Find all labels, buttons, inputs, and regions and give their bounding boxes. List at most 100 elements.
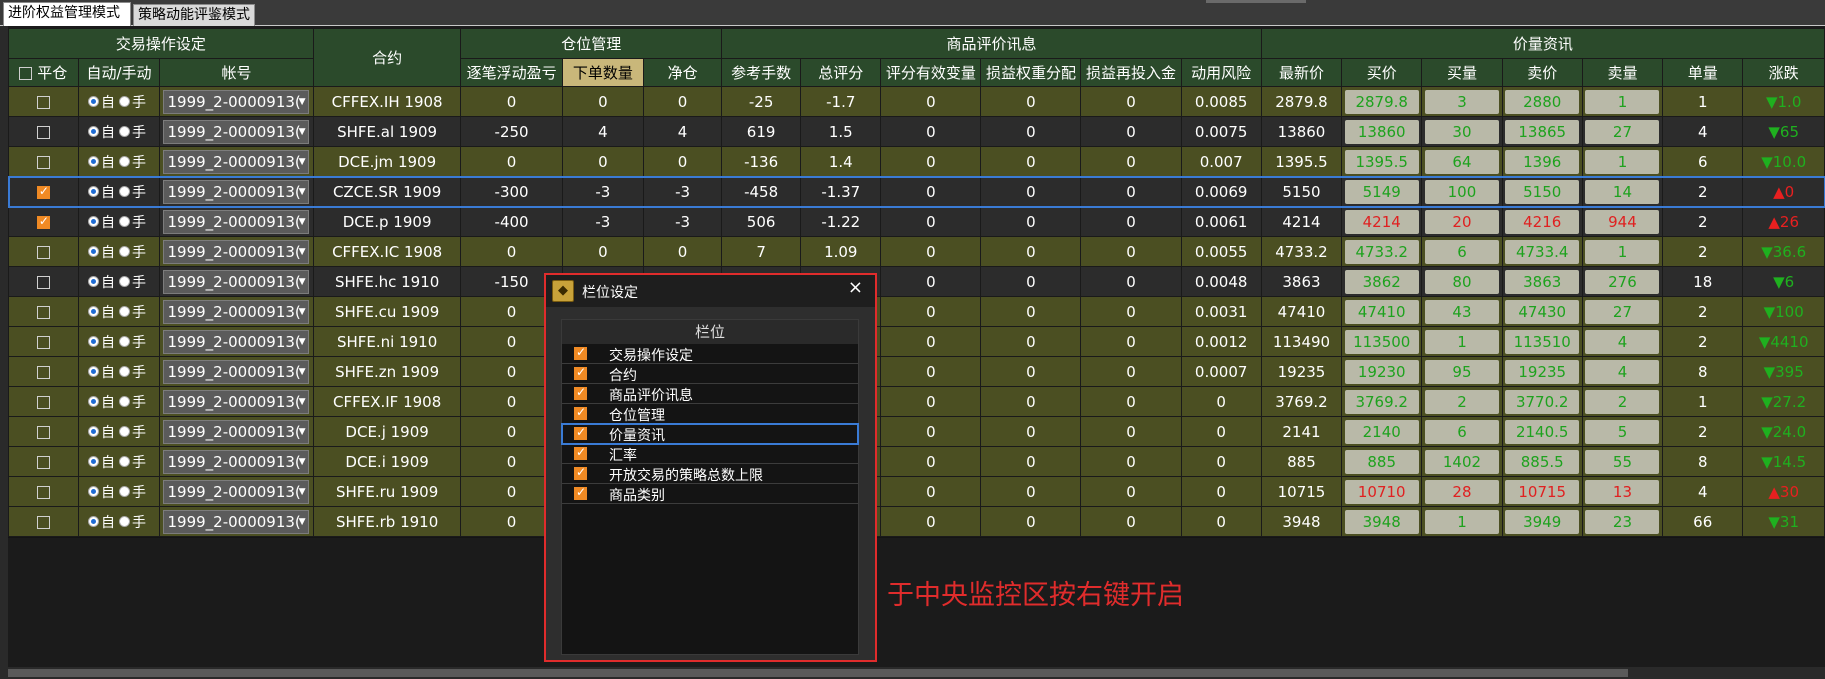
table-row[interactable]: 自手 1999_2-0000913(▼ SHFE.cu 1909 0 0 0 0 0.0031…	[8, 296, 1825, 327]
manual-radio[interactable]	[118, 396, 130, 407]
manual-radio[interactable]	[118, 276, 130, 287]
auto-radio[interactable]	[87, 156, 99, 167]
ask-qty-button[interactable]: 13	[1585, 479, 1660, 504]
table-row[interactable]: 自手 1999_2-0000913(▼ SHFE.al 1909 -250 4 4 619 1…	[8, 116, 1825, 147]
bid-button[interactable]: 19230	[1344, 359, 1419, 384]
dialog-titlebar[interactable]: ◆ 栏位设定 ×	[546, 275, 875, 307]
close-cell[interactable]	[8, 446, 79, 477]
manual-radio[interactable]	[118, 246, 130, 257]
manual-radio[interactable]	[118, 366, 130, 377]
close-checkbox[interactable]	[36, 455, 50, 469]
table-row[interactable]: 自手 1999_2-0000913(▼ CFFEX.IH 1908 0 0 0 -25 -1.…	[8, 86, 1825, 117]
column-option[interactable]: 汇率	[562, 444, 858, 464]
ask-qty-button[interactable]: 4	[1585, 329, 1660, 354]
close-checkbox[interactable]	[36, 275, 50, 289]
column-option[interactable]: 价量资讯	[561, 423, 859, 445]
column-option-checkbox[interactable]	[574, 365, 587, 380]
table-row[interactable]: 自手 1999_2-0000913(▼ CFFEX.IF 1908 0 0 0 0 0 3769…	[8, 386, 1825, 417]
ask-button[interactable]: 1396	[1505, 149, 1580, 174]
close-cell[interactable]	[8, 386, 79, 417]
bid-qty-button[interactable]: 30	[1424, 119, 1499, 144]
order-qty-cell[interactable]: 0	[561, 236, 645, 267]
auto-radio[interactable]	[87, 96, 99, 107]
col-last[interactable]: 最新价	[1260, 58, 1343, 87]
bid-qty-button[interactable]: 64	[1424, 149, 1499, 174]
bid-button[interactable]: 10710	[1344, 479, 1419, 504]
close-cell[interactable]	[8, 86, 79, 117]
manual-radio[interactable]	[118, 186, 130, 197]
col-ref-lots[interactable]: 参考手数	[721, 58, 802, 87]
table-row[interactable]: 自手1999_2-0000913(▼CZCE.SR 1909-300-3-3-4…	[7, 175, 1825, 208]
manual-radio[interactable]	[118, 156, 130, 167]
order-qty-cell[interactable]: -3	[561, 176, 645, 207]
bid-qty-button[interactable]: 43	[1424, 299, 1499, 324]
column-option-checkbox[interactable]	[574, 465, 587, 480]
ask-button[interactable]: 3949	[1505, 509, 1580, 534]
column-option[interactable]: 商品评价讯息	[562, 384, 858, 404]
account-select[interactable]: 1999_2-0000913(▼	[163, 359, 310, 384]
bid-qty-button[interactable]: 1402	[1424, 449, 1499, 474]
ask-qty-button[interactable]: 5	[1585, 419, 1660, 444]
close-cell[interactable]	[8, 506, 79, 537]
ask-button[interactable]: 5150	[1505, 179, 1580, 204]
manual-radio[interactable]	[118, 426, 130, 437]
table-row[interactable]: 自手 1999_2-0000913(▼ DCE.i 1909 0 0 0 0 0 885 885 1…	[8, 446, 1825, 477]
ask-button[interactable]: 47430	[1505, 299, 1580, 324]
order-qty-cell[interactable]: 0	[561, 86, 645, 117]
col-pl-reinvest[interactable]: 损益再投入金	[1080, 58, 1182, 87]
close-cell[interactable]	[8, 146, 79, 177]
auto-radio[interactable]	[87, 396, 99, 407]
auto-radio[interactable]	[87, 126, 99, 137]
account-select[interactable]: 1999_2-0000913(▼	[163, 239, 310, 264]
auto-radio[interactable]	[87, 336, 99, 347]
close-cell[interactable]	[8, 266, 79, 297]
account-select[interactable]: 1999_2-0000913(▼	[163, 209, 310, 234]
bid-qty-button[interactable]: 1	[1424, 329, 1499, 354]
auto-radio[interactable]	[87, 456, 99, 467]
bid-button[interactable]: 5149	[1344, 179, 1419, 204]
column-option-checkbox[interactable]	[574, 485, 587, 500]
bid-button[interactable]: 2879.8	[1344, 89, 1419, 114]
bid-button[interactable]: 3948	[1344, 509, 1419, 534]
auto-radio[interactable]	[87, 486, 99, 497]
order-qty-cell[interactable]: 4	[561, 116, 645, 147]
ask-qty-button[interactable]: 14	[1585, 179, 1660, 204]
manual-radio[interactable]	[118, 336, 130, 347]
account-select[interactable]: 1999_2-0000913(▼	[163, 389, 310, 414]
order-qty-cell[interactable]: -3	[561, 206, 645, 237]
auto-radio[interactable]	[87, 366, 99, 377]
close-checkbox[interactable]	[36, 245, 50, 259]
col-change[interactable]: 涨跌	[1742, 58, 1825, 87]
close-checkbox[interactable]	[36, 425, 50, 439]
col-effective-var[interactable]: 评分有效变量	[880, 58, 982, 87]
ask-button[interactable]: 19235	[1505, 359, 1580, 384]
account-select[interactable]: 1999_2-0000913(▼	[163, 479, 310, 504]
bid-button[interactable]: 47410	[1344, 299, 1419, 324]
column-option[interactable]: 商品类别	[562, 484, 858, 504]
bid-button[interactable]: 3769.2	[1344, 389, 1419, 414]
ask-button[interactable]: 4733.4	[1505, 239, 1580, 264]
bid-button[interactable]: 4733.2	[1344, 239, 1419, 264]
bid-qty-button[interactable]: 20	[1424, 209, 1499, 234]
col-ask[interactable]: 卖价	[1501, 58, 1583, 87]
bid-qty-button[interactable]: 28	[1424, 479, 1499, 504]
close-cell[interactable]	[8, 356, 79, 387]
ask-button[interactable]: 2880	[1505, 89, 1580, 114]
manual-radio[interactable]	[118, 456, 130, 467]
close-cell[interactable]	[8, 296, 79, 327]
auto-radio[interactable]	[87, 516, 99, 527]
auto-radio[interactable]	[87, 276, 99, 287]
close-checkbox[interactable]	[36, 125, 50, 139]
close-checkbox[interactable]	[36, 395, 50, 409]
bid-qty-button[interactable]: 80	[1424, 269, 1499, 294]
ask-qty-button[interactable]: 2	[1585, 389, 1660, 414]
account-select[interactable]: 1999_2-0000913(▼	[163, 449, 310, 474]
bid-button[interactable]: 885	[1344, 449, 1419, 474]
col-pl-weight[interactable]: 损益权重分配	[980, 58, 1082, 87]
ask-button[interactable]: 113510	[1505, 329, 1580, 354]
column-option-checkbox[interactable]	[574, 385, 587, 400]
manual-radio[interactable]	[118, 126, 130, 137]
account-select[interactable]: 1999_2-0000913(▼	[163, 89, 310, 114]
table-row[interactable]: 自手 1999_2-0000913(▼ SHFE.zn 1909 0 0 0 0 0.0007…	[8, 356, 1825, 387]
bid-qty-button[interactable]: 6	[1424, 419, 1499, 444]
